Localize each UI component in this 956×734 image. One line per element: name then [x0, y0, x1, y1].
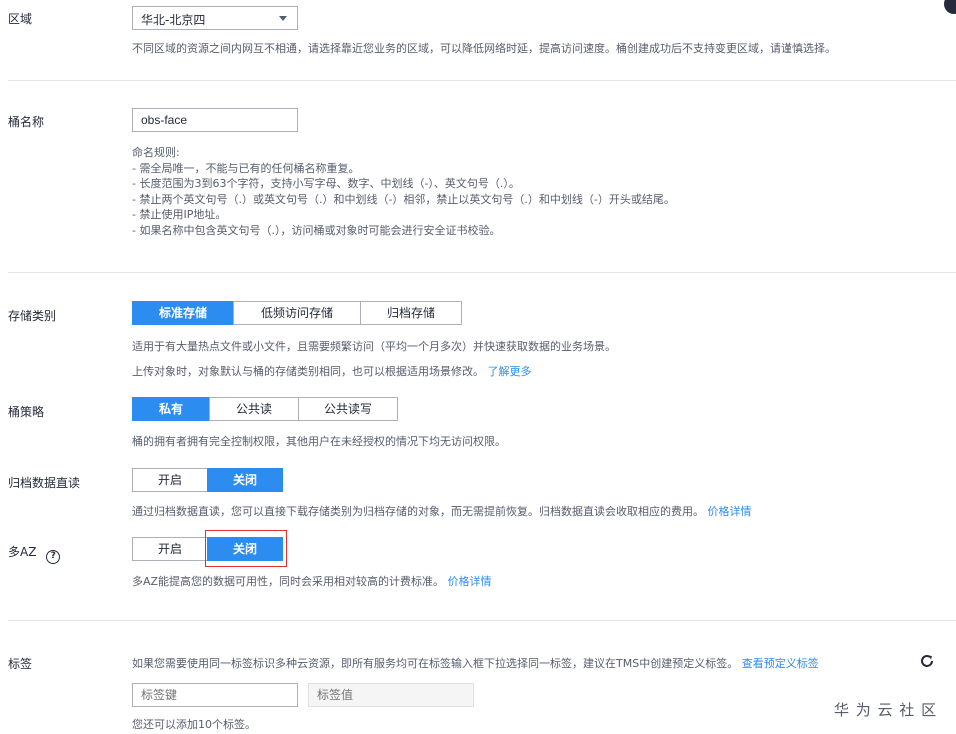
archive-direct-read-hint-text: 通过归档数据直读，您可以直接下载存储类别为归档存储的对象，而无需提前恢复。归档数… [132, 505, 704, 518]
bucket-name-label: 桶名称 [8, 115, 45, 129]
naming-rules: 命名规则: - 需全局唯一，不能与已有的任何桶名称重复。 - 长度范围为3到63… [132, 145, 675, 238]
naming-rule-line: - 需全局唯一，不能与已有的任何桶名称重复。 [132, 161, 360, 175]
bucket-policy-selector: 私有 公共读 公共读写 [132, 397, 398, 421]
multi-az-hint: 多AZ能提高您的数据可用性，同时会采用相对较高的计费标准。 价格详情 [132, 573, 492, 589]
multi-az-label-text: 多AZ [8, 545, 37, 559]
multi-az-hint-text: 多AZ能提高您的数据可用性，同时会采用相对较高的计费标准。 [132, 575, 445, 588]
storage-class-label: 存储类别 [8, 309, 57, 323]
archive-direct-read-label: 归档数据直读 [8, 476, 81, 490]
archive-direct-read-hint: 通过归档数据直读，您可以直接下载存储类别为归档存储的对象，而无需提前恢复。归档数… [132, 503, 752, 519]
divider [8, 80, 956, 81]
storage-class-option-infrequent[interactable]: 低频访问存储 [233, 301, 361, 325]
archive-direct-read-option-on[interactable]: 开启 [132, 468, 208, 492]
multi-az-option-on[interactable]: 开启 [132, 537, 208, 561]
tags-hint-text: 如果您需要使用同一标签标识多种云资源，即所有服务均可在标签输入框下拉选择同一标签… [132, 657, 739, 670]
region-select[interactable]: 华北-北京四 [132, 6, 298, 30]
multi-az-price-link[interactable]: 价格详情 [448, 575, 492, 588]
multi-az-label: 多AZ ? [8, 543, 61, 564]
region-hint: 不同区域的资源之间内网互不相通，请选择靠近您业务的区域，可以降低网络时延，提高访… [132, 42, 836, 55]
tags-hint: 如果您需要使用同一标签标识多种云资源，即所有服务均可在标签输入框下拉选择同一标签… [132, 655, 819, 671]
tag-key-input[interactable] [132, 683, 298, 707]
bucket-policy-option-private[interactable]: 私有 [132, 397, 210, 421]
bucket-name-input[interactable] [132, 108, 298, 132]
storage-class-option-standard[interactable]: 标准存储 [132, 301, 234, 325]
storage-class-hint: 适用于有大量热点文件或小文件，且需要频繁访问（平均一个月多次）并快速获取数据的业… [132, 340, 616, 353]
divider [8, 272, 956, 273]
watermark: 华 为 云 社 区 [834, 701, 938, 719]
tags-remaining-hint: 您还可以添加10个标签。 [132, 718, 256, 731]
storage-class-selector: 标准存储 低频访问存储 归档存储 [132, 301, 462, 325]
naming-rule-line: - 如果名称中包含英文句号（.），访问桶或对象时可能会进行安全证书校验。 [132, 223, 501, 237]
bucket-policy-option-public-read-write[interactable]: 公共读写 [298, 397, 398, 421]
bucket-policy-hint: 桶的拥有者拥有完全控制权限，其他用户在未经授权的情况下均无访问权限。 [132, 435, 506, 448]
archive-direct-read-selector: 开启 关闭 [132, 468, 283, 492]
naming-rule-line: - 禁止两个英文句号（.）或英文句号（.）和中划线（-）相邻，禁止以英文句号（.… [132, 192, 675, 206]
bucket-policy-label: 桶策略 [8, 405, 45, 419]
close-icon[interactable] [944, 0, 956, 14]
chevron-down-icon [279, 16, 287, 21]
tags-label: 标签 [8, 657, 33, 671]
region-select-value: 华北-北京四 [141, 13, 206, 27]
storage-class-hint-2: 上传对象时，对象默认与桶的存储类别相同，也可以根据适用场景修改。 了解更多 [132, 363, 532, 379]
archive-direct-read-option-off[interactable]: 关闭 [207, 468, 283, 492]
view-predefined-tags-link[interactable]: 查看预定义标签 [742, 657, 819, 670]
divider [8, 620, 956, 621]
archive-price-link[interactable]: 价格详情 [708, 505, 752, 518]
tag-value-input[interactable] [308, 683, 474, 707]
refresh-icon[interactable] [918, 652, 936, 670]
help-icon[interactable]: ? [46, 550, 61, 564]
naming-rule-line: 命名规则: [132, 146, 180, 159]
bucket-policy-option-public-read[interactable]: 公共读 [209, 397, 299, 421]
naming-rule-line: - 长度范围为3到63个字符，支持小写字母、数字、中划线（-）、英文句号（.）。 [132, 177, 520, 190]
naming-rule-line: - 禁止使用IP地址。 [132, 208, 227, 221]
storage-class-option-archive[interactable]: 归档存储 [360, 301, 462, 325]
highlight-box [205, 530, 287, 567]
learn-more-link[interactable]: 了解更多 [488, 365, 532, 378]
storage-class-hint-text: 上传对象时，对象默认与桶的存储类别相同，也可以根据适用场景修改。 [132, 365, 484, 378]
region-label: 区域 [8, 12, 33, 26]
